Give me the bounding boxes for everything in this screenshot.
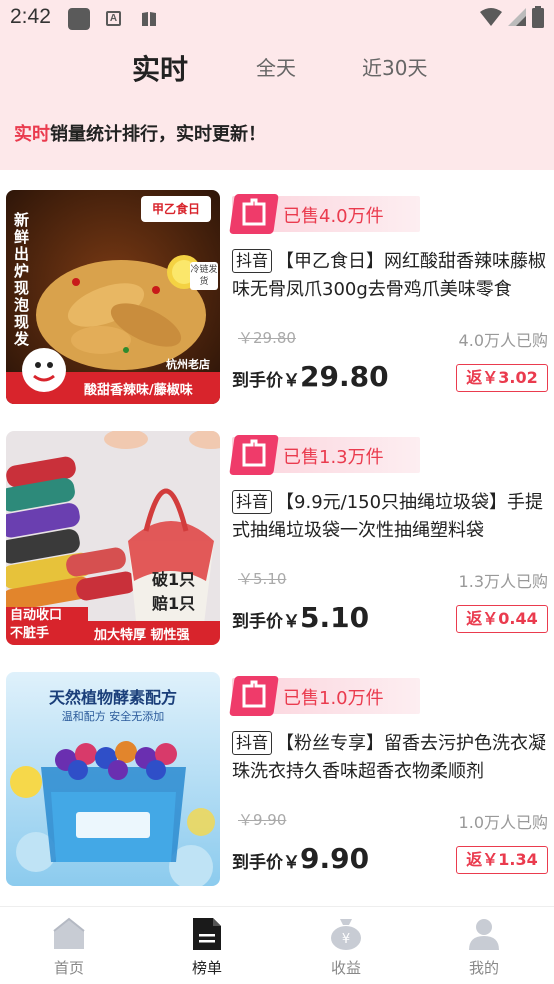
image-headline: 天然植物酵素配方 [48, 688, 177, 707]
banner-highlight: 实时 [14, 124, 50, 145]
tab-ranking-label: 榜单 [191, 959, 222, 977]
battery-icon [532, 6, 544, 28]
ranking-document-icon [193, 918, 221, 950]
product-image[interactable]: 甲乙食日 新鲜出炉现泡现发 冷链发货 杭州老店 酸甜香辣味/藤椒味 [6, 190, 220, 404]
sold-tag-icon [229, 194, 279, 234]
product-image[interactable]: 天然植物酵素配方 温和配方 安全无添加 [6, 672, 220, 886]
original-price: ￥5.10 [238, 570, 287, 588]
image-left-text-2: 不脏手 [10, 626, 50, 641]
money-bag-icon: ¥ [331, 919, 361, 950]
final-price-label: 到手价￥ [232, 853, 300, 873]
status-bar: 2:42 A [0, 0, 554, 36]
product-card[interactable]: 甲乙食日 新鲜出炉现泡现发 冷链发货 杭州老店 酸甜香辣味/藤椒味 已售4.0万… [0, 170, 554, 410]
image-right-text: 加大特厚 韧性强 [94, 628, 190, 643]
platform-badge: 抖音 [232, 490, 273, 514]
original-price: ￥29.80 [238, 329, 296, 347]
signal-icon [508, 8, 526, 26]
product-title-text: 【甲乙食日】网红酸甜香辣味藤椒味无骨凤爪300g去骨鸡爪美味零食 [232, 251, 547, 300]
sold-tag-icon [229, 435, 279, 475]
sold-count-badge: 已售1.3万件 [229, 435, 420, 475]
tab-home-label: 首页 [53, 959, 84, 977]
final-price-amount: 9.90 [300, 842, 370, 875]
product-title-text: 【9.9元/150只抽绳垃圾袋】手提式抽绳垃圾袋一次性抽绳塑料袋 [232, 492, 544, 541]
sold-count-badge: 已售1.0万件 [229, 676, 420, 716]
tab-all-day[interactable]: 全天 [256, 52, 296, 81]
rebate-badge[interactable]: 返￥1.34 [456, 846, 548, 874]
square-app-icon [68, 8, 90, 30]
banner-text: 销量统计排行，实时更新！ [50, 124, 266, 145]
sold-tag-icon [229, 676, 279, 716]
buyers-count: 4.0万人已购 [458, 331, 548, 350]
tab-home[interactable]: 首页 [0, 907, 138, 984]
final-price: 到手价￥5.10 [232, 601, 369, 634]
buyers-count: 1.0万人已购 [458, 813, 548, 832]
sold-count-text: 已售4.0万件 [283, 206, 384, 227]
platform-badge: 抖音 [232, 731, 273, 755]
image-left-text: 自动收口 不脏手 [10, 607, 62, 643]
product-card[interactable]: 破1只 赔1只 自动收口 不脏手 加大特厚 韧性强 已售1.3万件 抖音 【9.9… [0, 411, 554, 651]
image-left-text-1: 自动收口 [10, 608, 63, 623]
tab-profile-label: 我的 [468, 959, 499, 977]
rebate-badge[interactable]: 返￥3.02 [456, 364, 548, 392]
final-price-label: 到手价￥ [232, 371, 300, 391]
brand-logo: 甲乙食日 [141, 196, 211, 222]
status-time: 2:42 [10, 5, 51, 28]
sold-count-text: 已售1.0万件 [283, 688, 384, 709]
sold-count-badge: 已售4.0万件 [229, 194, 420, 234]
final-price: 到手价￥29.80 [232, 360, 389, 393]
image-shop: 杭州老店 [166, 358, 210, 371]
ranking-banner: 实时销量统计排行，实时更新！ [14, 120, 266, 146]
rebate-badge[interactable]: 返￥0.44 [456, 605, 548, 633]
svg-text:¥: ¥ [342, 932, 350, 947]
product-title[interactable]: 抖音 【甲乙食日】网红酸甜香辣味藤椒味无骨凤爪300g去骨鸡爪美味零食 [232, 248, 550, 304]
a-letter-icon: A [106, 11, 121, 26]
platform-badge: 抖音 [232, 249, 273, 273]
wifi-icon [480, 8, 502, 26]
sold-count-text: 已售1.3万件 [283, 447, 384, 468]
final-price-amount: 29.80 [300, 360, 389, 393]
product-list: 甲乙食日 新鲜出炉现泡现发 冷链发货 杭州老店 酸甜香辣味/藤椒味 已售4.0万… [0, 170, 554, 906]
original-price: ￥9.90 [238, 811, 287, 829]
tab-earnings[interactable]: ¥ 收益 [277, 907, 415, 984]
tab-30-days[interactable]: 近30天 [362, 52, 427, 81]
bottom-tab-bar: 首页 榜单 ¥ 收益 我的 [0, 906, 554, 984]
final-price-label: 到手价￥ [232, 612, 300, 632]
product-image[interactable]: 破1只 赔1只 自动收口 不脏手 加大特厚 韧性强 [6, 431, 220, 645]
tab-profile[interactable]: 我的 [415, 907, 553, 984]
tab-realtime[interactable]: 实时 [132, 48, 188, 88]
final-price: 到手价￥9.90 [232, 842, 369, 875]
buyers-count: 1.3万人已购 [458, 572, 548, 591]
image-flavor: 酸甜香辣味/藤椒味 [84, 383, 193, 398]
image-vertical-text: 新鲜出炉现泡现发 [14, 211, 30, 348]
image-subline: 温和配方 安全无添加 [61, 710, 165, 723]
final-price-amount: 5.10 [300, 601, 370, 634]
tab-earnings-label: 收益 [330, 959, 361, 977]
image-promise-1: 破1只 [152, 570, 196, 589]
product-title-text: 【粉丝专享】留香去污护色洗衣凝珠洗衣持久香味超香衣物柔顺剂 [232, 733, 547, 782]
product-title[interactable]: 抖音 【粉丝专享】留香去污护色洗衣凝珠洗衣持久香味超香衣物柔顺剂 [232, 730, 550, 786]
book-icon [140, 10, 158, 32]
product-title[interactable]: 抖音 【9.9元/150只抽绳垃圾袋】手提式抽绳垃圾袋一次性抽绳塑料袋 [232, 489, 550, 545]
image-badge: 冷链发货 [190, 262, 218, 290]
user-icon [469, 919, 499, 950]
ranking-header: 实时 全天 近30天 实时销量统计排行，实时更新！ [0, 36, 554, 170]
home-icon [53, 917, 85, 949]
product-card[interactable]: 天然植物酵素配方 温和配方 安全无添加 已售1.0万件 抖音 【粉丝专享】留香去污… [0, 652, 554, 892]
image-promise: 破1只 赔1只 [152, 568, 195, 616]
tab-ranking[interactable]: 榜单 [138, 907, 276, 984]
image-promise-2: 赔1只 [152, 594, 196, 613]
